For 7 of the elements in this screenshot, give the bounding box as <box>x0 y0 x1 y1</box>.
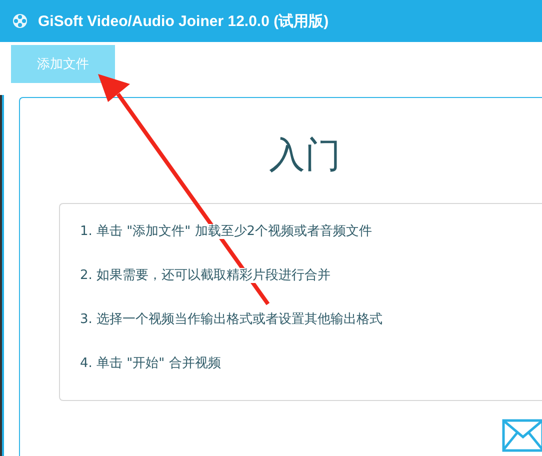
step-text: 2. 如果需要，还可以截取精彩片段进行合并 <box>80 267 332 286</box>
mail-icon[interactable] <box>502 419 542 452</box>
guide-title: 入门 <box>268 134 342 178</box>
window-title: GiSoft Video/Audio Joiner 12.0.0 (试用版) <box>38 12 329 30</box>
step-text: 1. 单击 "添加文件" 加载至少2个视频或者音频文件 <box>80 223 374 242</box>
film-reel-icon <box>12 13 28 29</box>
add-file-button[interactable]: 添加文件 <box>11 45 115 83</box>
